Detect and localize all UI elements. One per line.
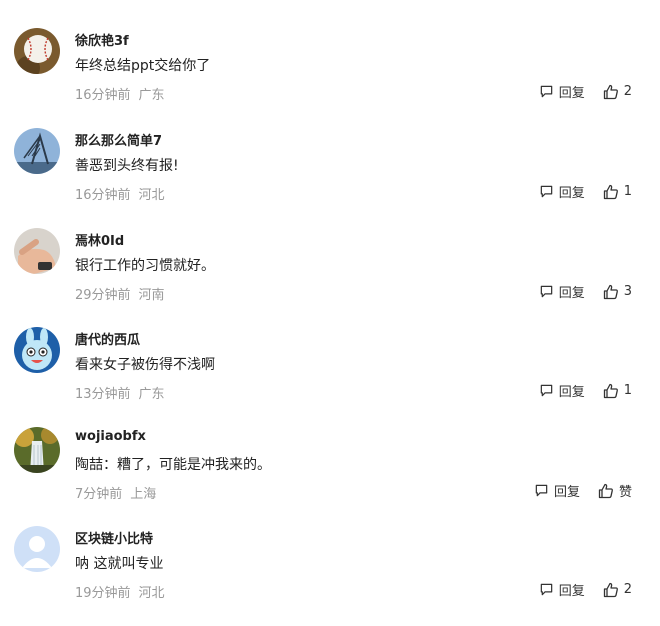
like-count: 1 [623, 383, 632, 398]
reply-label: 回复 [558, 86, 585, 101]
location: 广东 [138, 88, 165, 103]
reply-icon [540, 384, 552, 397]
comment-item: 徐欣艳3f 年终总结ppt交给你了 16分钟前 广东 回复 2 [0, 28, 660, 128]
reply-label: 回复 [553, 485, 580, 500]
reply-label: 回复 [558, 286, 585, 301]
comment-text: 银行工作的习惯就好。 [75, 258, 215, 274]
timestamp: 16分钟前 [75, 88, 131, 103]
location: 河北 [138, 586, 165, 601]
comment-item: wojiaobfx 陶喆：糟了，可能是冲我来的。 7分钟前 上海 回复 赞 [0, 427, 660, 527]
username[interactable]: 唐代的西瓜 [75, 329, 140, 348]
username[interactable]: 那么那么简单7 [75, 130, 162, 149]
reply-icon [540, 185, 552, 198]
comment-actions: 回复 3 [539, 282, 632, 301]
reply-button[interactable]: 回复 [539, 182, 585, 201]
comment-actions: 回复 1 [539, 381, 632, 400]
timestamp: 19分钟前 [75, 586, 131, 601]
reply-icon [540, 285, 552, 298]
comment-actions: 回复 1 [539, 182, 632, 201]
avatar[interactable] [14, 526, 60, 572]
baseball-avatar-icon [14, 28, 60, 74]
comment-actions: 回复 赞 [534, 481, 632, 500]
reply-label: 回复 [558, 584, 585, 599]
avatar[interactable] [14, 427, 60, 473]
comment-meta: 16分钟前 广东 [75, 84, 165, 103]
thumbs-up-icon [603, 84, 618, 99]
comment-text: 看来女子被伤得不浅啊 [75, 357, 215, 373]
comment-item: 焉林0Id 银行工作的习惯就好。 29分钟前 河南 回复 3 [0, 228, 660, 328]
location: 广东 [138, 387, 165, 402]
comment-item: 区块链小比特 呐 这就叫专业 19分钟前 河北 回复 2 [0, 526, 660, 626]
location: 河南 [138, 288, 165, 303]
username[interactable]: 区块链小比特 [75, 528, 153, 547]
thumbs-up-icon [603, 284, 618, 299]
comment-text: 善恶到头终有报! [75, 158, 179, 174]
comment-meta: 19分钟前 河北 [75, 582, 165, 601]
like-count: 2 [623, 84, 632, 99]
reply-button[interactable]: 回复 [539, 580, 585, 599]
timestamp: 29分钟前 [75, 288, 131, 303]
reply-icon [540, 583, 552, 596]
reply-label: 回复 [558, 186, 585, 201]
username[interactable]: 徐欣艳3f [75, 30, 129, 49]
comment-meta: 13分钟前 广东 [75, 383, 165, 402]
avatar[interactable] [14, 28, 60, 74]
avatar[interactable] [14, 128, 60, 174]
username[interactable]: 焉林0Id [75, 230, 124, 249]
like-button[interactable]: 赞 [598, 481, 632, 500]
cartoon-rabbit-avatar-icon [14, 327, 60, 373]
comment-text: 年终总结ppt交给你了 [75, 58, 211, 74]
waterfall-avatar-icon [14, 427, 60, 473]
like-button[interactable]: 1 [603, 184, 632, 200]
thumbs-up-icon [598, 483, 613, 498]
username[interactable]: wojiaobfx [75, 429, 146, 444]
timestamp: 16分钟前 [75, 188, 131, 203]
avatar[interactable] [14, 327, 60, 373]
hand-avatar-icon [14, 228, 60, 274]
like-button[interactable]: 1 [603, 383, 632, 399]
comment-text: 呐 这就叫专业 [75, 556, 164, 572]
comment-actions: 回复 2 [539, 580, 632, 599]
comment-item: 唐代的西瓜 看来女子被伤得不浅啊 13分钟前 广东 回复 1 [0, 327, 660, 427]
location: 上海 [130, 487, 157, 502]
comment-list: 徐欣艳3f 年终总结ppt交给你了 16分钟前 广东 回复 2 那么那么简单7 … [0, 0, 660, 604]
like-count: 2 [623, 582, 632, 597]
reply-label: 回复 [558, 385, 585, 400]
default-user-avatar-icon [14, 526, 60, 572]
like-count: 1 [623, 184, 632, 199]
location: 河北 [138, 188, 165, 203]
avatar[interactable] [14, 228, 60, 274]
reply-button[interactable]: 回复 [539, 82, 585, 101]
thumbs-up-icon [603, 582, 618, 597]
comment-meta: 29分钟前 河南 [75, 284, 165, 303]
reply-button[interactable]: 回复 [534, 481, 580, 500]
like-button[interactable]: 2 [603, 582, 632, 598]
like-count: 赞 [618, 485, 632, 500]
like-button[interactable]: 2 [603, 84, 632, 100]
reply-button[interactable]: 回复 [539, 381, 585, 400]
comment-meta: 16分钟前 河北 [75, 184, 165, 203]
comment-item: 那么那么简单7 善恶到头终有报! 16分钟前 河北 回复 1 [0, 128, 660, 228]
like-count: 3 [623, 284, 632, 299]
sculpture-avatar-icon [14, 128, 60, 174]
reply-button[interactable]: 回复 [539, 282, 585, 301]
thumbs-up-icon [603, 383, 618, 398]
like-button[interactable]: 3 [603, 284, 632, 300]
thumbs-up-icon [603, 184, 618, 199]
comment-meta: 7分钟前 上海 [75, 483, 156, 502]
reply-icon [540, 85, 552, 98]
comment-actions: 回复 2 [539, 82, 632, 101]
comment-text: 陶喆：糟了，可能是冲我来的。 [75, 457, 271, 473]
timestamp: 13分钟前 [75, 387, 131, 402]
reply-icon [535, 484, 548, 497]
timestamp: 7分钟前 [75, 487, 123, 502]
